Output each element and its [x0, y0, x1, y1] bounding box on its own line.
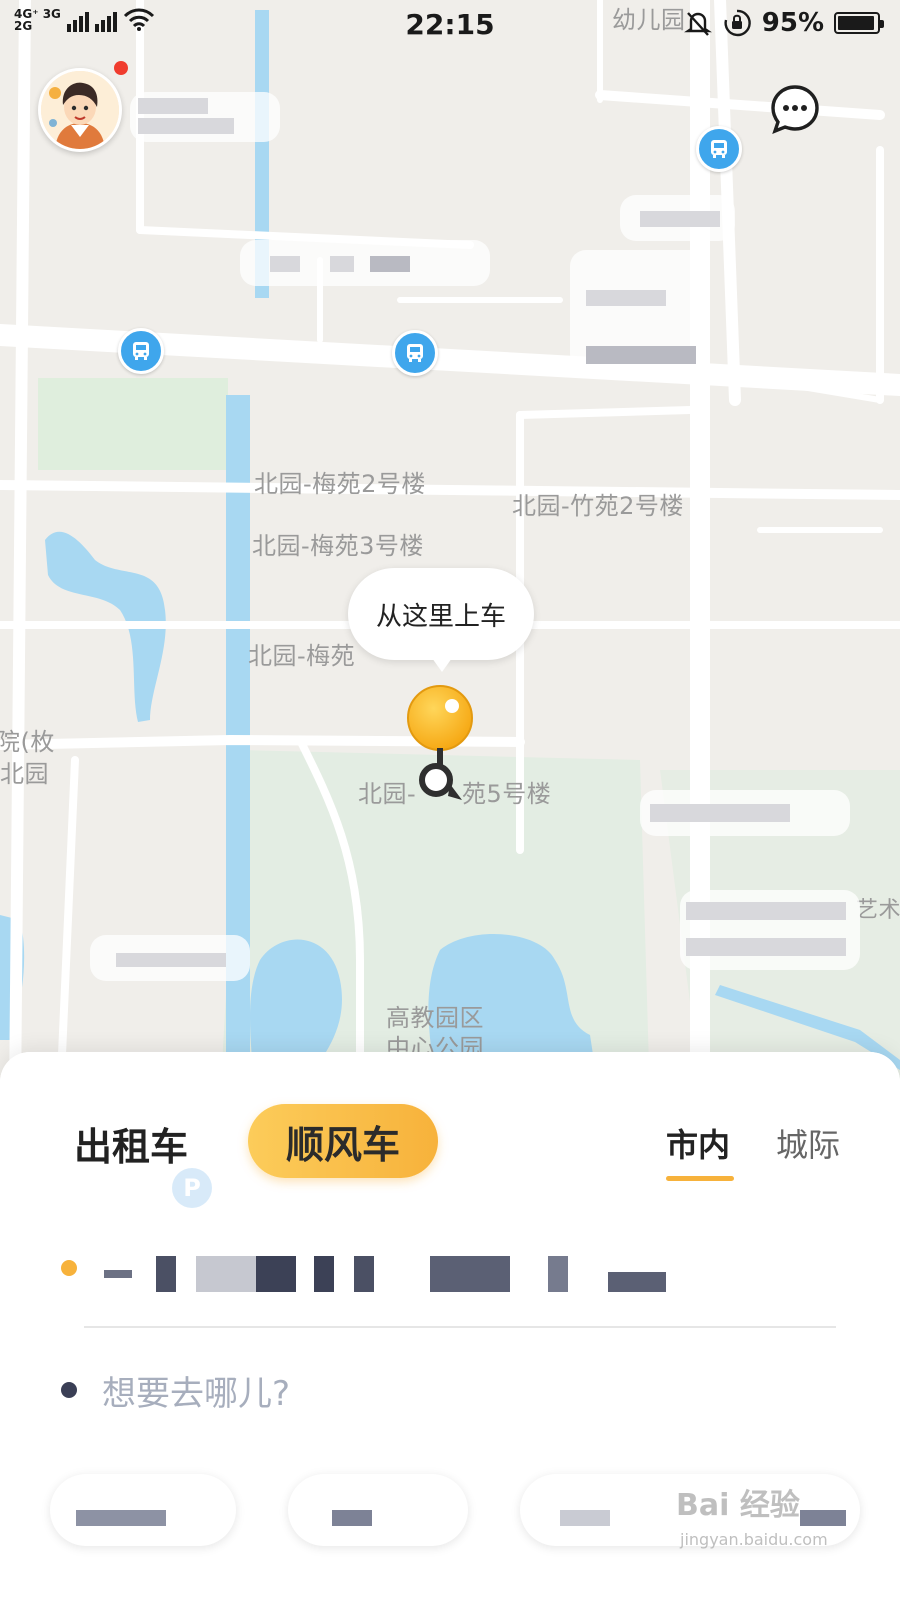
redacted-label — [570, 250, 710, 370]
redacted-text — [800, 1510, 846, 1526]
shortcut-chip[interactable] — [288, 1474, 468, 1546]
shortcut-chip[interactable] — [50, 1474, 236, 1546]
location-pin-icon — [407, 685, 473, 800]
origin-input[interactable] — [100, 1246, 700, 1294]
avatar-illustration — [41, 71, 119, 149]
divider — [84, 1326, 836, 1328]
chat-button[interactable] — [768, 82, 822, 136]
map-label: 北园-竹苑2号楼 — [512, 492, 684, 520]
redacted-label — [130, 92, 280, 142]
map-label: 院(枚 — [0, 728, 55, 756]
canal — [226, 395, 250, 1100]
battery-icon — [834, 12, 884, 34]
active-tab-indicator — [666, 1176, 734, 1181]
map-label: 北园-梅苑3号楼 — [252, 532, 424, 560]
user-avatar[interactable] — [38, 68, 122, 152]
bus-stop-icon[interactable] — [118, 328, 164, 374]
tab-intercity[interactable]: 城际 — [776, 1120, 840, 1166]
redacted-label — [640, 790, 850, 836]
redacted-text — [354, 1256, 374, 1292]
status-bar: 4G⁺ 3G 2G 22:15 95% — [0, 0, 900, 46]
redacted-text — [314, 1256, 334, 1292]
bus-icon — [407, 344, 423, 362]
map-label: 北园 — [0, 760, 49, 788]
notification-dot — [114, 61, 128, 75]
rotation-lock-icon — [724, 9, 751, 37]
chat-bubble-icon — [771, 85, 819, 134]
redacted-label — [680, 890, 860, 970]
watermark-logo: Bai 经验 — [676, 1488, 800, 1523]
bus-icon — [711, 140, 727, 158]
redacted-text — [560, 1510, 610, 1526]
tab-carpool[interactable]: 顺风车 — [248, 1104, 438, 1178]
tab-city[interactable]: 市内 — [666, 1120, 730, 1166]
bus-stop-icon[interactable] — [696, 126, 742, 172]
redacted-text — [104, 1270, 132, 1278]
redacted-text — [548, 1256, 568, 1292]
redacted-text — [256, 1256, 296, 1292]
redacted-text — [156, 1256, 176, 1292]
watermark-url: jingyan.baidu.com — [680, 1530, 828, 1549]
map-view[interactable]: 幼儿园 北园-梅苑2号楼 北园-梅苑3号楼 北园-梅苑 北园-竹苑2号楼 北园-… — [0, 0, 900, 1100]
redacted-text — [608, 1272, 666, 1292]
battery-level — [838, 16, 875, 30]
redacted-text — [76, 1510, 166, 1526]
status-right: 95% — [683, 8, 884, 38]
bus-icon — [133, 342, 149, 360]
bus-stop-icon[interactable] — [392, 330, 438, 376]
pickup-hint-bubble[interactable]: 从这里上车 — [348, 568, 534, 672]
tab-taxi[interactable]: 出租车 — [74, 1116, 188, 1171]
green-area — [38, 378, 228, 470]
destination-input[interactable]: 想要去哪儿? — [102, 1366, 290, 1415]
redacted-label — [240, 240, 490, 286]
redacted-label — [620, 195, 735, 241]
redacted-label — [90, 935, 250, 981]
redacted-text — [430, 1256, 510, 1292]
map-label: 北园-梅苑2号楼 — [254, 470, 426, 498]
origin-dot-icon — [61, 1260, 77, 1276]
mute-icon — [683, 12, 712, 36]
pickup-pin-icon[interactable] — [404, 684, 474, 814]
map-label: 艺术 — [856, 898, 900, 923]
app-screen: 幼儿园 北园-梅苑2号楼 北园-梅苑3号楼 北园-梅苑 北园-竹苑2号楼 北园-… — [0, 0, 900, 1600]
map-label: 北园-梅苑 — [248, 642, 356, 670]
redacted-text — [196, 1256, 256, 1292]
battery-percent: 95% — [761, 8, 824, 38]
parking-icon: P — [172, 1168, 212, 1208]
destination-dot-icon — [61, 1382, 77, 1398]
redacted-text — [332, 1510, 372, 1526]
map-label: 苑5号楼 — [462, 780, 552, 808]
